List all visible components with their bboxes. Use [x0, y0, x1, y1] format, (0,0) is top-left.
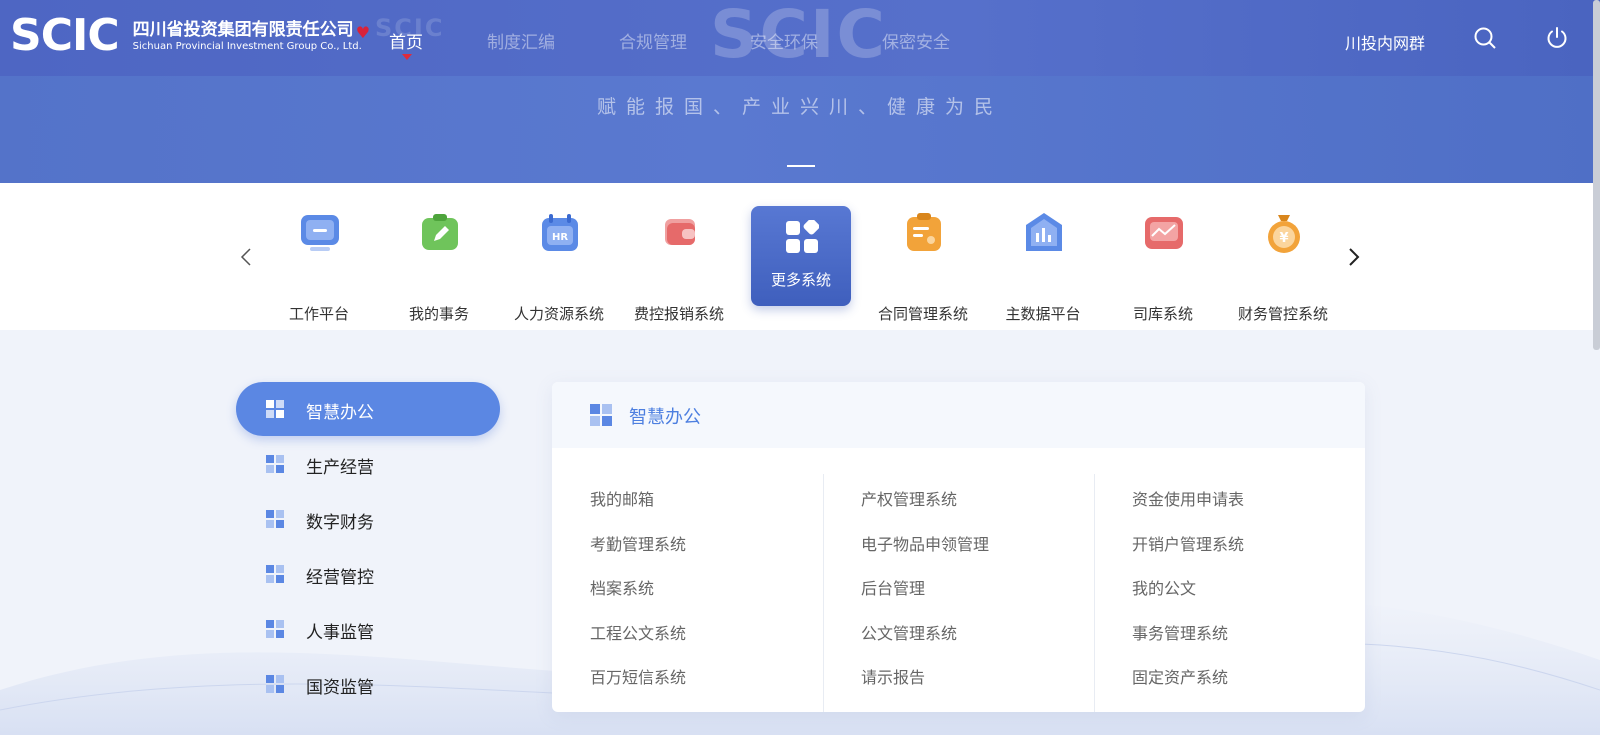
sidebar-item-label: 国资监管	[306, 678, 374, 698]
search-icon[interactable]	[1473, 26, 1497, 50]
app-contract-system[interactable]: 合同管理系统	[868, 207, 978, 323]
app-finance-control[interactable]: ¥ 财务管控系统	[1228, 207, 1338, 323]
app-treasury-system[interactable]: 司库系统	[1108, 207, 1218, 323]
app-hr-system[interactable]: HR 人力资源系统	[504, 207, 614, 323]
grid-icon	[266, 565, 284, 583]
sidebar-item-state-assets[interactable]: 国资监管	[236, 657, 500, 711]
app-work-platform[interactable]: 工作平台	[264, 207, 374, 323]
link-sms[interactable]: 百万短信系统	[590, 664, 686, 688]
app-more-systems[interactable]: 更多系统	[751, 206, 851, 306]
link-request-report[interactable]: 请示报告	[861, 664, 925, 688]
clipboard-edit-icon	[422, 214, 458, 250]
app-my-affairs[interactable]: 我的事务	[384, 207, 494, 323]
link-fund-application[interactable]: 资金使用申请表	[1132, 486, 1244, 510]
grid-more-icon	[786, 220, 819, 253]
column-divider	[1094, 474, 1095, 712]
svg-text:¥: ¥	[1279, 231, 1288, 246]
link-my-documents[interactable]: 我的公文	[1132, 575, 1196, 599]
banner-slogan: 赋能报国、产业兴川、健康为民	[596, 96, 1003, 118]
grid-icon	[266, 675, 284, 693]
app-label: 主数据平台	[1005, 305, 1081, 323]
link-admin-backend[interactable]: 后台管理	[861, 575, 925, 599]
link-property-rights[interactable]: 产权管理系统	[861, 486, 957, 510]
logo-mark: SCIC	[10, 10, 120, 61]
sidebar-item-operation-control[interactable]: 经营管控	[236, 547, 500, 601]
link-fixed-assets[interactable]: 固定资产系统	[1132, 664, 1228, 688]
wallet-icon	[665, 219, 695, 245]
page-scrollbar[interactable]	[1593, 0, 1600, 350]
link-account-management[interactable]: 开销户管理系统	[1132, 531, 1244, 555]
app-label: 我的事务	[408, 305, 469, 323]
banner-slide-indicator[interactable]	[787, 165, 815, 167]
logo-heart-icon: ♥	[355, 23, 371, 42]
grid-icon	[266, 455, 284, 473]
nav-safety-env[interactable]: 安全环保	[750, 28, 818, 53]
nav-regulations[interactable]: 制度汇编	[487, 28, 555, 53]
nav-home[interactable]: 首页	[389, 28, 423, 53]
panel-header: 智慧办公	[552, 382, 1365, 448]
logo-chinese-name: 四川省投资集团有限责任公司	[132, 20, 354, 40]
grid-icon	[266, 510, 284, 528]
link-document-management[interactable]: 公文管理系统	[861, 620, 957, 644]
sidebar-item-personnel[interactable]: 人事监管	[236, 602, 500, 656]
nav-compliance[interactable]: 合规管理	[619, 28, 687, 53]
header-banner: SCIC SCIC SCIC ♥ 四川省投资集团有限责任公司 Sichuan P…	[0, 0, 1600, 183]
system-links-panel: 智慧办公 我的邮箱 考勤管理系统 档案系统 工程公文系统 百万短信系统 产权管理…	[552, 382, 1365, 712]
power-icon[interactable]	[1545, 26, 1569, 50]
link-engineering-docs[interactable]: 工程公文系统	[590, 620, 686, 644]
app-label: 司库系统	[1132, 305, 1193, 323]
hr-calendar-icon: HR	[542, 214, 578, 251]
sidebar-item-smart-office[interactable]: 智慧办公	[236, 382, 500, 436]
money-bag-icon: ¥	[1268, 215, 1300, 253]
sidebar-item-label: 经营管控	[306, 568, 374, 588]
monitor-icon	[301, 215, 339, 251]
panel-title: 智慧办公	[629, 407, 701, 428]
grid-icon	[590, 404, 612, 426]
app-shortcut-strip: 工作平台 我的事务 HR 人力资源系统 费控报销系统 更多系统 合同管理系统 主…	[0, 183, 1600, 330]
sidebar-item-label: 生产经营	[306, 458, 374, 478]
trend-card-icon	[1145, 217, 1183, 249]
sidebar-item-digital-finance[interactable]: 数字财务	[236, 492, 500, 546]
company-logo[interactable]: SCIC ♥ 四川省投资集团有限责任公司 Sichuan Provincial …	[10, 10, 370, 61]
app-label: 工作平台	[288, 305, 349, 323]
intranet-group-link[interactable]: 川投内网群	[1345, 30, 1425, 54]
svg-text:HR: HR	[552, 232, 568, 243]
sidebar-item-production[interactable]: 生产经营	[236, 437, 500, 491]
link-attendance[interactable]: 考勤管理系统	[590, 531, 686, 555]
app-label: 更多系统	[770, 271, 831, 289]
data-house-icon	[1026, 213, 1062, 251]
grid-icon	[266, 620, 284, 638]
apps-next-arrow-icon[interactable]	[1346, 245, 1362, 269]
grid-icon	[266, 400, 284, 418]
column-divider	[823, 474, 824, 712]
link-electronic-supplies[interactable]: 电子物品申领管理	[861, 531, 989, 555]
app-label: 人力资源系统	[513, 305, 604, 323]
link-archive[interactable]: 档案系统	[590, 575, 654, 599]
app-master-data[interactable]: 主数据平台	[988, 207, 1098, 323]
nav-active-caret-icon	[402, 54, 412, 60]
link-my-mailbox[interactable]: 我的邮箱	[590, 486, 654, 510]
apps-prev-arrow-icon[interactable]	[238, 245, 254, 269]
sidebar-item-label: 数字财务	[306, 513, 374, 533]
app-label: 合同管理系统	[877, 305, 968, 323]
link-affairs-management[interactable]: 事务管理系统	[1132, 620, 1228, 644]
sidebar-item-label: 人事监管	[306, 623, 374, 643]
nav-confidentiality[interactable]: 保密安全	[882, 28, 950, 53]
sidebar-item-label: 智慧办公	[306, 403, 374, 423]
app-label: 财务管控系统	[1237, 305, 1328, 323]
contract-icon	[907, 213, 941, 251]
app-label: 费控报销系统	[633, 305, 724, 323]
app-expense-system[interactable]: 费控报销系统	[624, 207, 734, 323]
logo-english-name: Sichuan Provincial Investment Group Co.,…	[132, 41, 362, 52]
logo-text: 四川省投资集团有限责任公司 Sichuan Provincial Investm…	[133, 19, 362, 53]
